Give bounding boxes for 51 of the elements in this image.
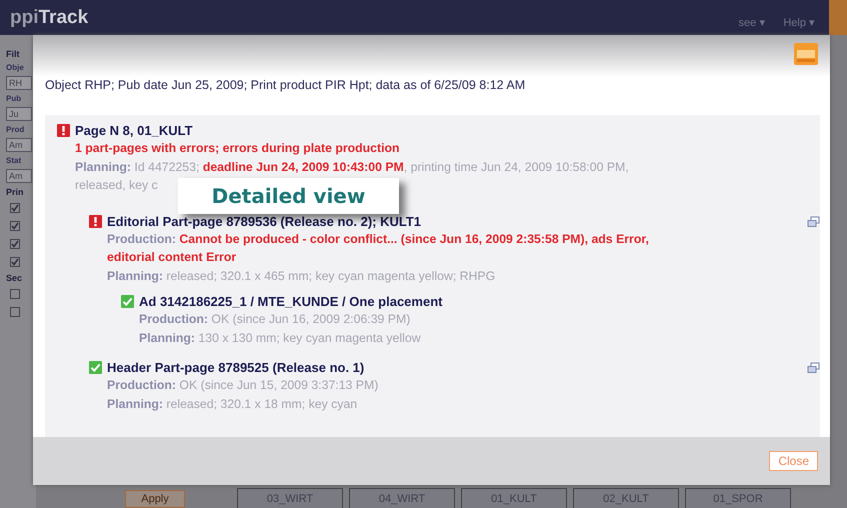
checkbox[interactable]: [10, 239, 20, 249]
page-tab[interactable]: 03_WIRT: [237, 488, 343, 508]
field-label: Pub: [6, 94, 22, 103]
section-heading: Sec: [6, 273, 24, 283]
page-tab[interactable]: 04_WIRT: [349, 488, 455, 508]
detail-line: released, key c: [75, 177, 158, 194]
check-icon: [89, 361, 102, 374]
windows-icon[interactable]: [807, 362, 820, 374]
callout-label: Detailed view: [178, 178, 399, 214]
close-button[interactable]: Close: [769, 451, 818, 471]
check-icon: [121, 295, 134, 308]
field-label: Obje: [6, 63, 25, 72]
page-tab[interactable]: 01_SPOR: [685, 488, 791, 508]
error-icon: [57, 124, 70, 137]
corner-tile: [829, 0, 847, 35]
page-tab[interactable]: 02_KULT: [573, 488, 679, 508]
apply-button[interactable]: Apply: [125, 490, 185, 508]
error-icon: [89, 214, 102, 228]
menu-item[interactable]: Help ▾: [783, 16, 815, 29]
logo-icon: [794, 43, 818, 65]
page-tab[interactable]: 01_KULT: [461, 488, 567, 508]
item-title: Editorial Part-page 8789536 (Release no. 2); KULT1: [107, 214, 422, 228]
detail-line: Production: OK (since Jun 16, 2009 2:06:39 PM): [139, 311, 410, 328]
detail-line: Planning: released; 320.1 x 465 mm; key cyan magenta yellow; RHPG: [107, 268, 496, 285]
input-field[interactable]: Am: [6, 169, 32, 183]
windows-icon[interactable]: [807, 216, 820, 228]
app-logo: ppiTrack: [10, 6, 88, 28]
detail-line: Production: OK (since Jun 15, 2009 3:37:13 PM): [107, 377, 378, 394]
info-text: Object RHP; Pub date Jun 25, 2009; Print product PIR Hpt; data as of 6/25/09 8:12 AM: [44, 77, 526, 94]
item-title: Header Part-page 8789525 (Release no. 1): [107, 360, 364, 375]
field-label: Prod: [6, 125, 26, 134]
checkbox[interactable]: [10, 307, 20, 317]
item-title: Page N 8, 01_KULT: [75, 123, 193, 138]
checkbox[interactable]: [10, 203, 20, 213]
input-field[interactable]: RH: [6, 76, 32, 90]
section-heading: Prin: [6, 187, 25, 197]
input-field[interactable]: Am: [6, 138, 32, 152]
field-label: Stat: [6, 156, 22, 165]
detail-line: Planning: Id 4472253; deadline Jun 24, 2009 10:43:00 PM, printing time Jun 24, 2009 10:58:00 PM,: [75, 158, 629, 176]
checkbox[interactable]: [10, 289, 20, 299]
detail-line: Production: Cannot be produced - color conflict... (since Jun 16, 2009 2:35:58 PM), ads Error,: [107, 230, 649, 248]
input-field[interactable]: Ju: [6, 107, 32, 121]
detail-line: Planning: released; 320.1 x 18 mm; key cyan: [107, 396, 358, 413]
checkbox[interactable]: [10, 221, 20, 231]
detail-line: editorial content Error: [107, 249, 236, 266]
filter-heading: Filt: [6, 49, 20, 59]
detail-line: 1 part-pages with errors; errors during plate production: [75, 140, 400, 157]
menu-item[interactable]: see ▾: [738, 16, 766, 29]
item-title: Ad 3142186225_1 / MTE_KUNDE / One placement: [139, 294, 442, 309]
detail-line: Planning: 130 x 130 mm; key cyan magenta yellow: [139, 330, 421, 347]
checkbox[interactable]: [10, 257, 20, 267]
